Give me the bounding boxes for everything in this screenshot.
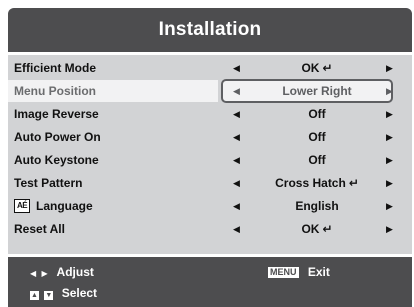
increase-arrow-icon[interactable]: ▶ (386, 103, 393, 125)
select-hint: ▲ ▼ Select (30, 284, 97, 302)
menu-label: Reset All (14, 218, 65, 240)
decrease-arrow-icon[interactable]: ◀ (233, 103, 240, 125)
down-key-icon: ▼ (44, 291, 54, 300)
right-arrow-icon: ▶ (41, 269, 48, 278)
enter-icon: ↵ (348, 176, 359, 190)
menu-value-text: Lower Right (282, 84, 352, 98)
decrease-arrow-icon[interactable]: ◀ (233, 57, 240, 79)
enter-icon: ↵ (322, 61, 333, 75)
increase-arrow-icon[interactable]: ▶ (386, 149, 393, 171)
menu-label: Auto Keystone (14, 149, 99, 171)
menu-label-text: Reset All (14, 222, 65, 236)
menu-row-auto-keystone[interactable]: Auto Keystone ◀ Off ▶ (8, 149, 412, 171)
menu-label: Test Pattern (14, 172, 82, 194)
menu-row-auto-power-on[interactable]: Auto Power On ◀ Off ▶ (8, 126, 412, 148)
increase-arrow-icon[interactable]: ▶ (386, 126, 393, 148)
menu-label: AÉ Language (14, 195, 93, 217)
menu-value-text: Off (308, 130, 326, 144)
menu-value[interactable]: OK ↵ (250, 57, 384, 79)
menu-value-text: OK (301, 222, 320, 236)
left-arrow-icon: ◀ (30, 269, 37, 278)
decrease-arrow-icon[interactable]: ◀ (233, 80, 240, 102)
menu-value[interactable]: Cross Hatch ↵ (250, 172, 384, 194)
menu-value-text: Off (308, 153, 326, 167)
adjust-hint: ◀ ▶ Adjust (30, 263, 94, 281)
menu-row-image-reverse[interactable]: Image Reverse ◀ Off ▶ (8, 103, 412, 125)
language-icon: AÉ (14, 199, 30, 213)
increase-arrow-icon[interactable]: ▶ (386, 218, 393, 240)
menu-value-text: English (295, 199, 339, 213)
menu-row-menu-position[interactable]: Menu Position ◀ Lower Right ▶ (8, 79, 412, 103)
menu-value[interactable]: OK ↵ (250, 218, 384, 240)
menu-value-text: Cross Hatch (275, 176, 346, 190)
menu-value[interactable]: Off (250, 126, 384, 148)
increase-arrow-icon[interactable]: ▶ (386, 57, 393, 79)
increase-arrow-icon[interactable]: ▶ (386, 80, 393, 102)
menu-key-icon: MENU (268, 267, 299, 278)
menu-row-test-pattern[interactable]: Test Pattern ◀ Cross Hatch ↵ ▶ (8, 172, 412, 194)
footer-bar: ◀ ▶ Adjust ▲ ▼ Select MENU Exit (8, 257, 412, 307)
installation-menu: Installation Efficient Mode ◀ OK ↵ ▶ Menu Pos… (8, 8, 412, 307)
decrease-arrow-icon[interactable]: ◀ (233, 172, 240, 194)
menu-row-efficient-mode[interactable]: Efficient Mode ◀ OK ↵ ▶ (8, 57, 412, 79)
exit-label: Exit (307, 265, 330, 279)
increase-arrow-icon[interactable]: ▶ (386, 195, 393, 217)
menu-label-text: Language (36, 199, 93, 213)
menu-row-language[interactable]: AÉ Language ◀ English ▶ (8, 195, 412, 217)
menu-row-reset-all[interactable]: Reset All ◀ OK ↵ ▶ (8, 218, 412, 240)
enter-icon: ↵ (322, 222, 333, 236)
menu-value-text: Off (308, 107, 326, 121)
decrease-arrow-icon[interactable]: ◀ (233, 195, 240, 217)
adjust-label: Adjust (56, 265, 94, 279)
menu-value-text: OK (301, 61, 320, 75)
select-label: Select (61, 286, 98, 300)
menu-value[interactable]: English (250, 195, 384, 217)
decrease-arrow-icon[interactable]: ◀ (233, 218, 240, 240)
menu-label: Auto Power On (14, 126, 101, 148)
menu-value[interactable]: Off (250, 149, 384, 171)
menu-label-text: Image Reverse (14, 107, 99, 121)
title-divider (8, 52, 412, 55)
decrease-arrow-icon[interactable]: ◀ (233, 149, 240, 171)
menu-label-text: Menu Position (14, 84, 96, 98)
menu-label-text: Auto Keystone (14, 153, 99, 167)
menu-label-text: Auto Power On (14, 130, 101, 144)
menu-value[interactable]: Lower Right (250, 80, 384, 102)
exit-hint: MENU Exit (268, 263, 330, 281)
menu-label: Image Reverse (14, 103, 99, 125)
menu-label: Efficient Mode (14, 57, 96, 79)
menu-title: Installation (8, 8, 412, 52)
up-key-icon: ▲ (30, 291, 39, 300)
increase-arrow-icon[interactable]: ▶ (386, 172, 393, 194)
menu-label-text: Test Pattern (14, 176, 83, 190)
decrease-arrow-icon[interactable]: ◀ (233, 126, 240, 148)
menu-value[interactable]: Off (250, 103, 384, 125)
menu-label-text: Efficient Mode (14, 61, 97, 75)
menu-label: Menu Position (14, 80, 96, 102)
